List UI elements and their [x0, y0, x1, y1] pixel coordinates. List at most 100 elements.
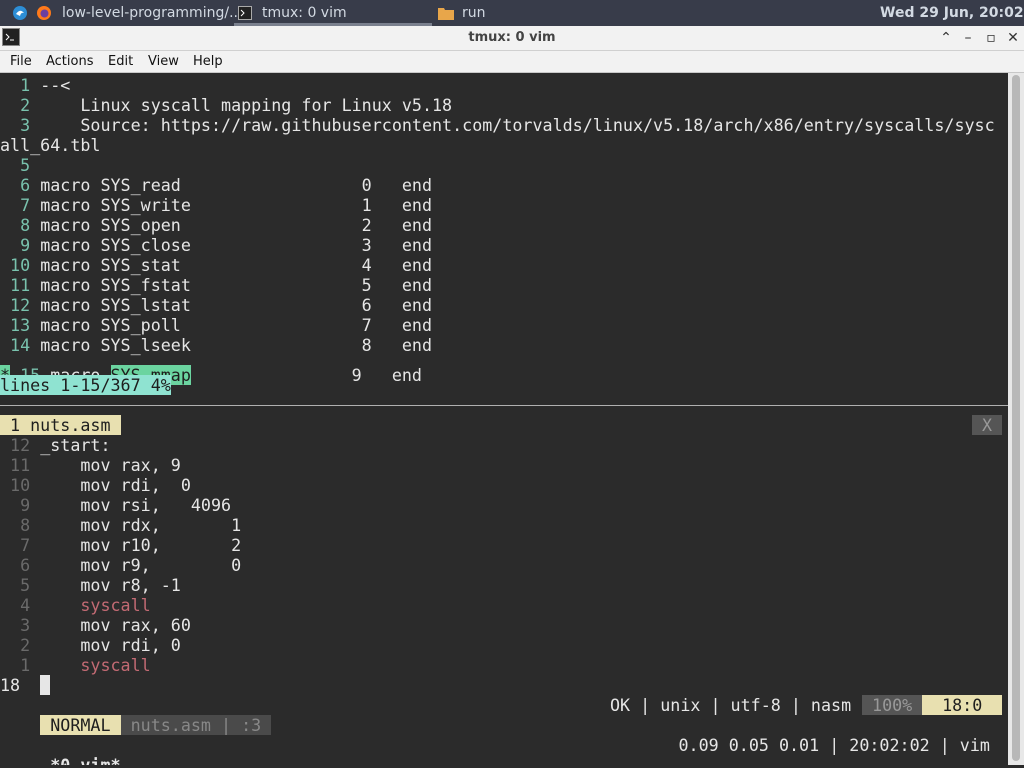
- relative-line-number: 7: [0, 535, 41, 555]
- relative-line-number: 10: [0, 475, 41, 495]
- close-buffer-button[interactable]: X: [972, 415, 1003, 435]
- line-text: macro SYS_lseek 8 end: [40, 335, 433, 355]
- terminal-area[interactable]: 1 --< 2 Linux syscall mapping for Linux …: [0, 73, 1008, 765]
- line-text: Linux syscall mapping for Linux v5.18: [40, 95, 453, 115]
- app-menu-icon[interactable]: [12, 0, 28, 26]
- code-line: 14 macro SYS_lseek 8 end: [0, 335, 432, 355]
- line-text: macro SYS_lstat 6 end: [40, 295, 433, 315]
- code-line: 5 mov r8, -1: [0, 575, 181, 595]
- line-number: 5: [0, 155, 41, 175]
- folder-icon: [438, 0, 454, 26]
- file-info: nuts.asm | :3: [120, 715, 272, 735]
- line-number: 6: [0, 175, 41, 195]
- menu-file[interactable]: File: [10, 51, 32, 72]
- code-line: 9 macro SYS_close 3 end: [0, 235, 432, 255]
- line-text: mov rdi, 0: [40, 475, 191, 495]
- code-line: all_64.tbl: [0, 135, 100, 155]
- tmux-window-list[interactable]: *0 vim*: [40, 755, 120, 765]
- mode-indicator: NORMAL: [40, 715, 121, 735]
- firefox-icon[interactable]: [36, 0, 52, 26]
- taskbar-tab-browser[interactable]: low-level-programming/...: [62, 0, 242, 26]
- code-line: 1 syscall: [0, 655, 151, 675]
- line-text: mov r8, -1: [40, 575, 181, 595]
- line-text: macro SYS_close 3 end: [40, 235, 433, 255]
- line-text: Source: https://raw.githubusercontent.co…: [40, 115, 995, 135]
- line-text: macro SYS_write 1 end: [40, 195, 433, 215]
- top-panel: low-level-programming/... tmux: 0 vim ru…: [0, 0, 1024, 26]
- window-title: tmux: 0 vim: [468, 30, 556, 45]
- tmux-status-right: 0.09 0.05 0.01 | 20:02:02 | vim: [678, 735, 1000, 755]
- code-line: 4 syscall: [0, 595, 151, 615]
- clock[interactable]: Wed 29 Jun, 20:02: [880, 0, 1024, 26]
- code-line: 12 macro SYS_lstat 6 end: [0, 295, 432, 315]
- scrollbar-thumb[interactable]: [1012, 75, 1020, 761]
- line-number: 13: [0, 315, 41, 335]
- window-titlebar[interactable]: tmux: 0 vim ⌃ – ▫ ✕: [0, 26, 1024, 51]
- cursor-line: 18: [0, 675, 51, 695]
- scroll-percent: 100%: [862, 695, 923, 715]
- relative-line-number: 9: [0, 495, 41, 515]
- line-text: syscall: [40, 595, 151, 615]
- line-text: macro SYS_read 0 end: [40, 175, 433, 195]
- taskbar-tab-run[interactable]: run: [462, 0, 486, 26]
- line-number: 2: [0, 95, 41, 115]
- buffer-tab-nuts-asm[interactable]: 1 nuts.asm: [0, 415, 121, 435]
- code-line: 3 mov rax, 60: [0, 615, 191, 635]
- file-format-info: OK | unix | utf-8 | nasm: [610, 695, 862, 715]
- code-line: 5: [0, 155, 40, 175]
- code-line: 1 --<: [0, 75, 70, 95]
- line-number: 8: [0, 215, 41, 235]
- maximize-icon[interactable]: ▫: [982, 29, 1000, 47]
- vim-statusline: NORMAL nuts.asm | :3 OK | unix | utf-8 |…: [0, 695, 1008, 735]
- line-text: macro SYS_open 2 end: [40, 215, 433, 235]
- relative-line-number: 11: [0, 455, 41, 475]
- line-text: --<: [40, 75, 71, 95]
- menu-help[interactable]: Help: [193, 51, 223, 72]
- line-text: mov rax, 9: [40, 455, 181, 475]
- minimize-icon[interactable]: –: [959, 29, 977, 47]
- menu-actions[interactable]: Actions: [46, 51, 94, 72]
- code-line: 8 macro SYS_open 2 end: [0, 215, 432, 235]
- relative-line-number: 6: [0, 555, 41, 575]
- code-line: 11 macro SYS_fstat 5 end: [0, 275, 432, 295]
- line-text: syscall: [40, 655, 151, 675]
- line-text: mov rdi, 0: [40, 635, 181, 655]
- line-text: mov rsi, 4096: [40, 495, 232, 515]
- line-text: macro SYS_fstat 5 end: [40, 275, 433, 295]
- menu-view[interactable]: View: [148, 51, 179, 72]
- pane-divider[interactable]: [0, 405, 1008, 406]
- text-cursor: [40, 675, 51, 695]
- line-text: mov r10, 2: [40, 535, 242, 555]
- line-text: mov r9, 0: [40, 555, 242, 575]
- line-text: all_64.tbl: [0, 135, 101, 155]
- pager-status: lines 1-15/367 4%: [0, 375, 171, 395]
- code-line: 7 macro SYS_write 1 end: [0, 195, 432, 215]
- cursor-position: 18:0: [922, 695, 1003, 715]
- relative-line-number: 8: [0, 515, 41, 535]
- code-line: 6 mov r9, 0: [0, 555, 241, 575]
- close-icon[interactable]: ✕: [1004, 29, 1022, 47]
- relative-line-number: 1: [0, 655, 41, 675]
- code-line: 13 macro SYS_poll 7 end: [0, 315, 432, 335]
- line-number: 14: [0, 335, 41, 355]
- scrollbar[interactable]: [1008, 73, 1024, 765]
- line-number: 10: [0, 255, 41, 275]
- code-line: 11 mov rax, 9: [0, 455, 181, 475]
- line-number: 3: [0, 115, 41, 135]
- relative-line-number: 4: [0, 595, 41, 615]
- code-line: 2 Linux syscall mapping for Linux v5.18: [0, 95, 452, 115]
- line-number: 1: [0, 75, 41, 95]
- code-line: 10 mov rdi, 0: [0, 475, 191, 495]
- menubar: File Actions Edit View Help: [0, 51, 1024, 73]
- code-line: 3 Source: https://raw.githubusercontent.…: [0, 115, 995, 135]
- code-line: 6 macro SYS_read 0 end: [0, 175, 432, 195]
- keep-above-icon[interactable]: ⌃: [937, 29, 955, 47]
- line-number: 9: [0, 235, 41, 255]
- code-line: 9 mov rsi, 4096: [0, 495, 231, 515]
- menu-edit[interactable]: Edit: [108, 51, 133, 72]
- current-line-number: 18: [0, 675, 21, 695]
- code-line: 8 mov rdx, 1: [0, 515, 241, 535]
- tmux-statusbar: *0 vim* 0.09 0.05 0.01 | 20:02:02 | vim: [0, 735, 1008, 765]
- line-number: 11: [0, 275, 41, 295]
- relative-line-number: 5: [0, 575, 41, 595]
